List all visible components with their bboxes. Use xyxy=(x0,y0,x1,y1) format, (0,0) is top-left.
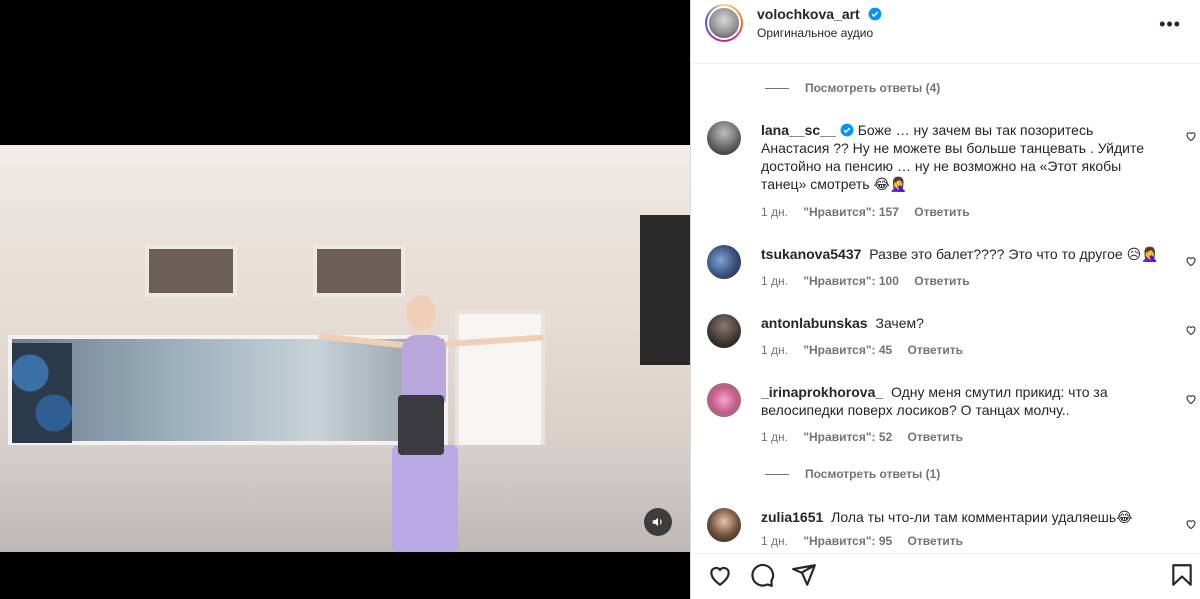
dancer-legs xyxy=(392,445,458,552)
comment-item: _irinaprokhorova_ Одну меня смутил прики… xyxy=(707,383,1196,447)
comment-likes[interactable]: "Нравится": 100 xyxy=(803,274,899,288)
studio-mirror xyxy=(8,335,448,445)
audio-label[interactable]: Оригинальное аудио xyxy=(757,26,873,40)
comment-item: tsukanova5437 Разве это балет???? Это чт… xyxy=(707,245,1196,293)
post-actions-bar xyxy=(691,553,1200,599)
reply-button[interactable]: Ответить xyxy=(914,205,969,219)
comment-meta: 1 дн. "Нравится": 157 Ответить xyxy=(761,205,982,219)
comment-icon[interactable] xyxy=(749,562,775,588)
comment-text-block: lana__sc__ Боже … ну зачем вы так позорит… xyxy=(761,121,1161,193)
studio-floor xyxy=(0,445,690,552)
dancer-head xyxy=(406,295,436,331)
fitness-balls xyxy=(12,343,72,443)
speaker-icon[interactable] xyxy=(644,508,672,536)
avatar[interactable] xyxy=(707,6,741,40)
post-author-row: volochkova_art xyxy=(757,6,882,24)
comment-text-block: zulia1651 Лола ты что-ли там комментарии… xyxy=(761,508,1161,526)
reel-video[interactable] xyxy=(0,145,690,552)
divider xyxy=(765,473,789,475)
media-pane xyxy=(0,0,690,599)
view-replies-label: Посмотреть ответы (4) xyxy=(805,81,941,95)
paper-plane-icon[interactable] xyxy=(791,562,817,588)
comment-likes[interactable]: "Нравится": 95 xyxy=(803,534,892,548)
comment-time[interactable]: 1 дн. xyxy=(761,534,788,548)
avatar[interactable] xyxy=(707,121,741,155)
comment-meta: 1 дн. "Нравится": 95 Ответить xyxy=(761,534,975,548)
avatar[interactable] xyxy=(707,314,741,348)
dancer-skirt xyxy=(398,395,444,455)
studio-window xyxy=(145,245,237,297)
verified-badge-icon xyxy=(868,7,882,21)
comment-time[interactable]: 1 дн. xyxy=(761,274,788,288)
comment-likes[interactable]: "Нравится": 45 xyxy=(803,343,892,357)
comment-item: lana__sc__ Боже … ну зачем вы так позорит… xyxy=(707,121,1196,221)
comment-username[interactable]: lana__sc__ xyxy=(761,122,836,138)
divider xyxy=(765,87,789,89)
comment-item: antonlabunskas Зачем? 1 дн. "Нравится": … xyxy=(707,314,1196,362)
view-replies-button[interactable]: Посмотреть ответы (1) xyxy=(765,467,940,481)
studio-ceiling xyxy=(0,145,690,205)
comment-time[interactable]: 1 дн. xyxy=(761,205,788,219)
comment-meta: 1 дн. "Нравится": 100 Ответить xyxy=(761,274,982,288)
reply-button[interactable]: Ответить xyxy=(908,343,963,357)
reply-button[interactable]: Ответить xyxy=(908,534,963,548)
view-replies-button[interactable]: Посмотреть ответы (4) xyxy=(765,81,940,95)
studio-window xyxy=(313,245,405,297)
comment-text: Лола ты что-ли там комментарии удаляешь😂 xyxy=(831,509,1133,525)
comment-likes[interactable]: "Нравится": 52 xyxy=(803,430,892,444)
comment-time[interactable]: 1 дн. xyxy=(761,343,788,357)
heart-icon[interactable] xyxy=(707,562,733,588)
comment-username[interactable]: zulia1651 xyxy=(761,509,823,525)
post-username[interactable]: volochkova_art xyxy=(757,6,860,22)
comment-username[interactable]: antonlabunskas xyxy=(761,315,868,331)
comment-likes[interactable]: "Нравится": 157 xyxy=(803,205,899,219)
reply-button[interactable]: Ответить xyxy=(908,430,963,444)
verified-badge-icon xyxy=(840,123,854,137)
comment-text: Разве это балет???? Это что то другое 😥🤦… xyxy=(869,246,1159,262)
comment-username[interactable]: tsukanova5437 xyxy=(761,246,861,262)
post-header: volochkova_art Оригинальное аудио ••• xyxy=(691,0,1200,64)
comments-panel: volochkova_art Оригинальное аудио ••• По… xyxy=(690,0,1200,599)
bookmark-icon[interactable] xyxy=(1169,562,1195,588)
comment-text-block: _irinaprokhorova_ Одну меня смутил прики… xyxy=(761,383,1161,419)
heart-icon[interactable] xyxy=(1185,518,1197,530)
comment-time[interactable]: 1 дн. xyxy=(761,430,788,444)
more-options-button[interactable]: ••• xyxy=(1159,14,1181,35)
heart-icon[interactable] xyxy=(1185,255,1197,267)
comment-text-block: antonlabunskas Зачем? xyxy=(761,314,1161,332)
comment-text: Зачем? xyxy=(875,315,924,331)
comment-item: zulia1651 Лола ты что-ли там комментарии… xyxy=(707,508,1196,552)
view-replies-label: Посмотреть ответы (1) xyxy=(805,467,941,481)
avatar[interactable] xyxy=(707,508,741,542)
avatar[interactable] xyxy=(707,245,741,279)
avatar[interactable] xyxy=(707,383,741,417)
heart-icon[interactable] xyxy=(1185,324,1197,336)
comment-meta: 1 дн. "Нравится": 52 Ответить xyxy=(761,430,975,444)
reply-button[interactable]: Ответить xyxy=(914,274,969,288)
comment-username[interactable]: _irinaprokhorova_ xyxy=(761,384,883,400)
ballet-poster xyxy=(640,215,690,365)
comment-meta: 1 дн. "Нравится": 45 Ответить xyxy=(761,343,975,357)
heart-icon[interactable] xyxy=(1185,393,1197,405)
heart-icon[interactable] xyxy=(1185,130,1197,142)
comment-text-block: tsukanova5437 Разве это балет???? Это чт… xyxy=(761,245,1161,263)
